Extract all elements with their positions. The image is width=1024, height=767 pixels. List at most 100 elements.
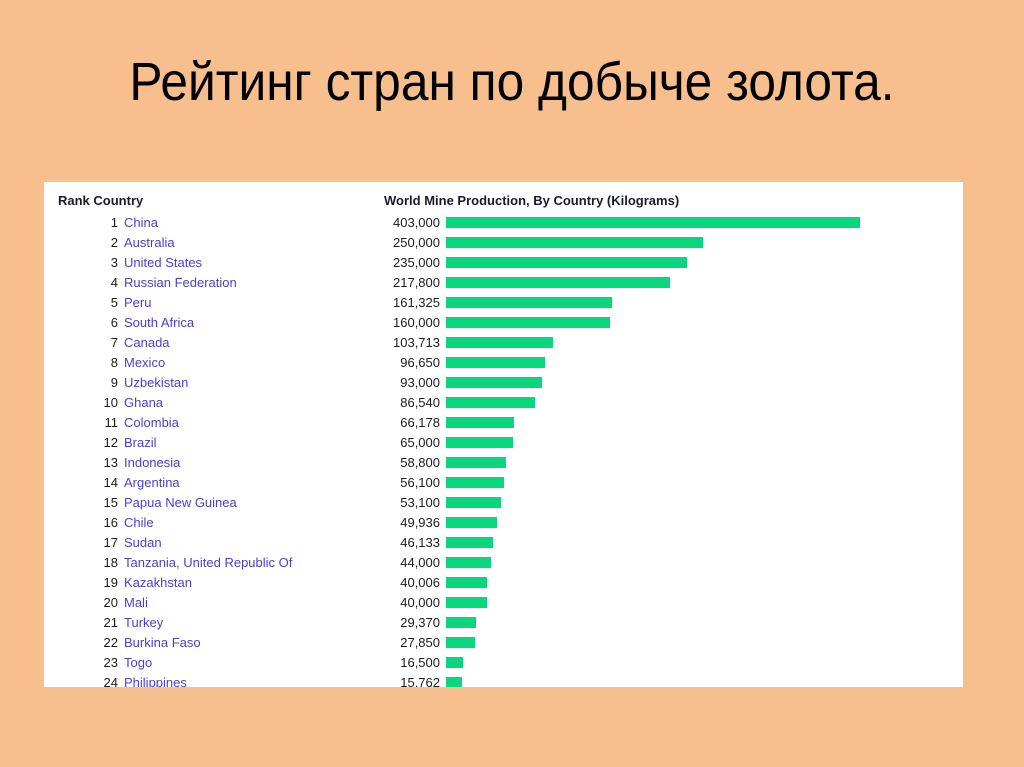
row-value: 86,540 — [400, 395, 440, 410]
table-row: 9 Uzbekistan 93,000 — [44, 373, 963, 393]
row-country-link[interactable]: Turkey — [124, 615, 163, 631]
row-bar-track — [446, 577, 956, 588]
row-value: 103,713 — [393, 335, 440, 350]
row-country-link[interactable]: Kazakhstan — [124, 575, 192, 591]
row-value: 46,133 — [400, 535, 440, 550]
row-bar — [446, 377, 542, 388]
row-country-link[interactable]: Sudan — [124, 535, 162, 551]
table-row: 13 Indonesia 58,800 — [44, 453, 963, 473]
table-row: 12 Brazil 65,000 — [44, 433, 963, 453]
table-row: 5 Peru 161,325 — [44, 293, 963, 313]
row-country-link[interactable]: Canada — [124, 335, 170, 351]
row-country-link[interactable]: South Africa — [124, 315, 194, 331]
row-value: 56,100 — [400, 475, 440, 490]
row-country-link[interactable]: Philippines — [124, 675, 187, 687]
row-country-link[interactable]: Argentina — [124, 475, 180, 491]
table-row: 7 Canada 103,713 — [44, 333, 963, 353]
row-rank: 23 — [103, 655, 118, 670]
row-bar-track — [446, 637, 956, 648]
row-value: 29,370 — [400, 615, 440, 630]
row-bar — [446, 357, 546, 368]
row-value: 217,800 — [393, 275, 440, 290]
chart-rows: 1 China 403,000 2 Australia 250,000 3 United St… — [44, 213, 963, 687]
row-rank: 9 — [110, 375, 118, 390]
row-bar-track — [446, 617, 956, 628]
row-bar-track — [446, 237, 956, 248]
row-country-link[interactable]: Peru — [124, 295, 151, 311]
table-row: 24 Philippines 15,762 — [44, 673, 963, 687]
row-value: 16,500 — [400, 655, 440, 670]
row-value: 53,100 — [400, 495, 440, 510]
row-rank: 21 — [103, 615, 118, 630]
row-country-link[interactable]: United States — [124, 255, 202, 271]
table-row: 21 Turkey 29,370 — [44, 613, 963, 633]
row-country-link[interactable]: Colombia — [124, 415, 179, 431]
row-bar-track — [446, 437, 956, 448]
row-bar — [446, 657, 463, 668]
row-rank: 6 — [110, 315, 118, 330]
row-bar-track — [446, 477, 956, 488]
chart-panel: Rank Country World Mine Production, By C… — [44, 182, 963, 687]
row-country-link[interactable]: Chile — [124, 515, 154, 531]
row-rank: 11 — [104, 415, 119, 430]
row-country-link[interactable]: Papua New Guinea — [124, 495, 237, 511]
table-row: 22 Burkina Faso 27,850 — [44, 633, 963, 653]
row-rank: 7 — [110, 335, 118, 350]
row-bar-track — [446, 537, 956, 548]
row-bar — [446, 597, 488, 608]
table-row: 19 Kazakhstan 40,006 — [44, 573, 963, 593]
row-country-link[interactable]: Brazil — [124, 435, 157, 451]
row-bar-track — [446, 357, 956, 368]
row-bar-track — [446, 657, 956, 668]
row-rank: 14 — [103, 475, 118, 490]
row-country-link[interactable]: Russian Federation — [124, 275, 237, 291]
row-value: 250,000 — [393, 235, 440, 250]
row-bar — [446, 577, 488, 588]
row-bar-track — [446, 397, 956, 408]
table-row: 4 Russian Federation 217,800 — [44, 273, 963, 293]
row-value: 160,000 — [393, 315, 440, 330]
row-bar — [446, 677, 463, 687]
row-value: 93,000 — [400, 375, 440, 390]
row-value: 66,178 — [400, 415, 440, 430]
column-header-production: World Mine Production, By Country (Kilog… — [384, 193, 680, 208]
row-value: 96,650 — [400, 355, 440, 370]
row-country-link[interactable]: Mexico — [124, 355, 165, 371]
row-rank: 10 — [103, 395, 118, 410]
table-row: 23 Togo 16,500 — [44, 653, 963, 673]
row-value: 161,325 — [393, 295, 440, 310]
row-country-link[interactable]: China — [124, 215, 158, 231]
row-bar-track — [446, 317, 956, 328]
row-bar-track — [446, 497, 956, 508]
row-bar — [446, 557, 492, 568]
row-country-link[interactable]: Ghana — [124, 395, 163, 411]
row-country-link[interactable]: Togo — [124, 655, 152, 671]
row-country-link[interactable]: Mali — [124, 595, 148, 611]
table-row: 15 Papua New Guinea 53,100 — [44, 493, 963, 513]
row-bar — [446, 477, 504, 488]
row-rank: 16 — [103, 515, 118, 530]
row-rank: 24 — [103, 675, 118, 687]
row-bar — [446, 317, 611, 328]
row-country-link[interactable]: Uzbekistan — [124, 375, 188, 391]
row-rank: 1 — [110, 215, 118, 230]
row-bar — [446, 397, 535, 408]
row-rank: 15 — [103, 495, 118, 510]
row-bar-track — [446, 277, 956, 288]
row-bar — [446, 217, 860, 228]
row-bar-track — [446, 297, 956, 308]
row-country-link[interactable]: Indonesia — [124, 455, 180, 471]
table-row: 8 Mexico 96,650 — [44, 353, 963, 373]
row-value: 40,006 — [400, 575, 440, 590]
row-country-link[interactable]: Burkina Faso — [124, 635, 201, 651]
row-bar-track — [446, 257, 956, 268]
row-bar-track — [446, 417, 956, 428]
table-row: 11 Colombia 66,178 — [44, 413, 963, 433]
row-country-link[interactable]: Tanzania, United Republic Of — [124, 555, 292, 571]
row-rank: 18 — [103, 555, 118, 570]
table-row: 16 Chile 49,936 — [44, 513, 963, 533]
row-rank: 5 — [110, 295, 118, 310]
row-country-link[interactable]: Australia — [124, 235, 175, 251]
row-rank: 19 — [103, 575, 118, 590]
row-bar — [446, 637, 475, 648]
